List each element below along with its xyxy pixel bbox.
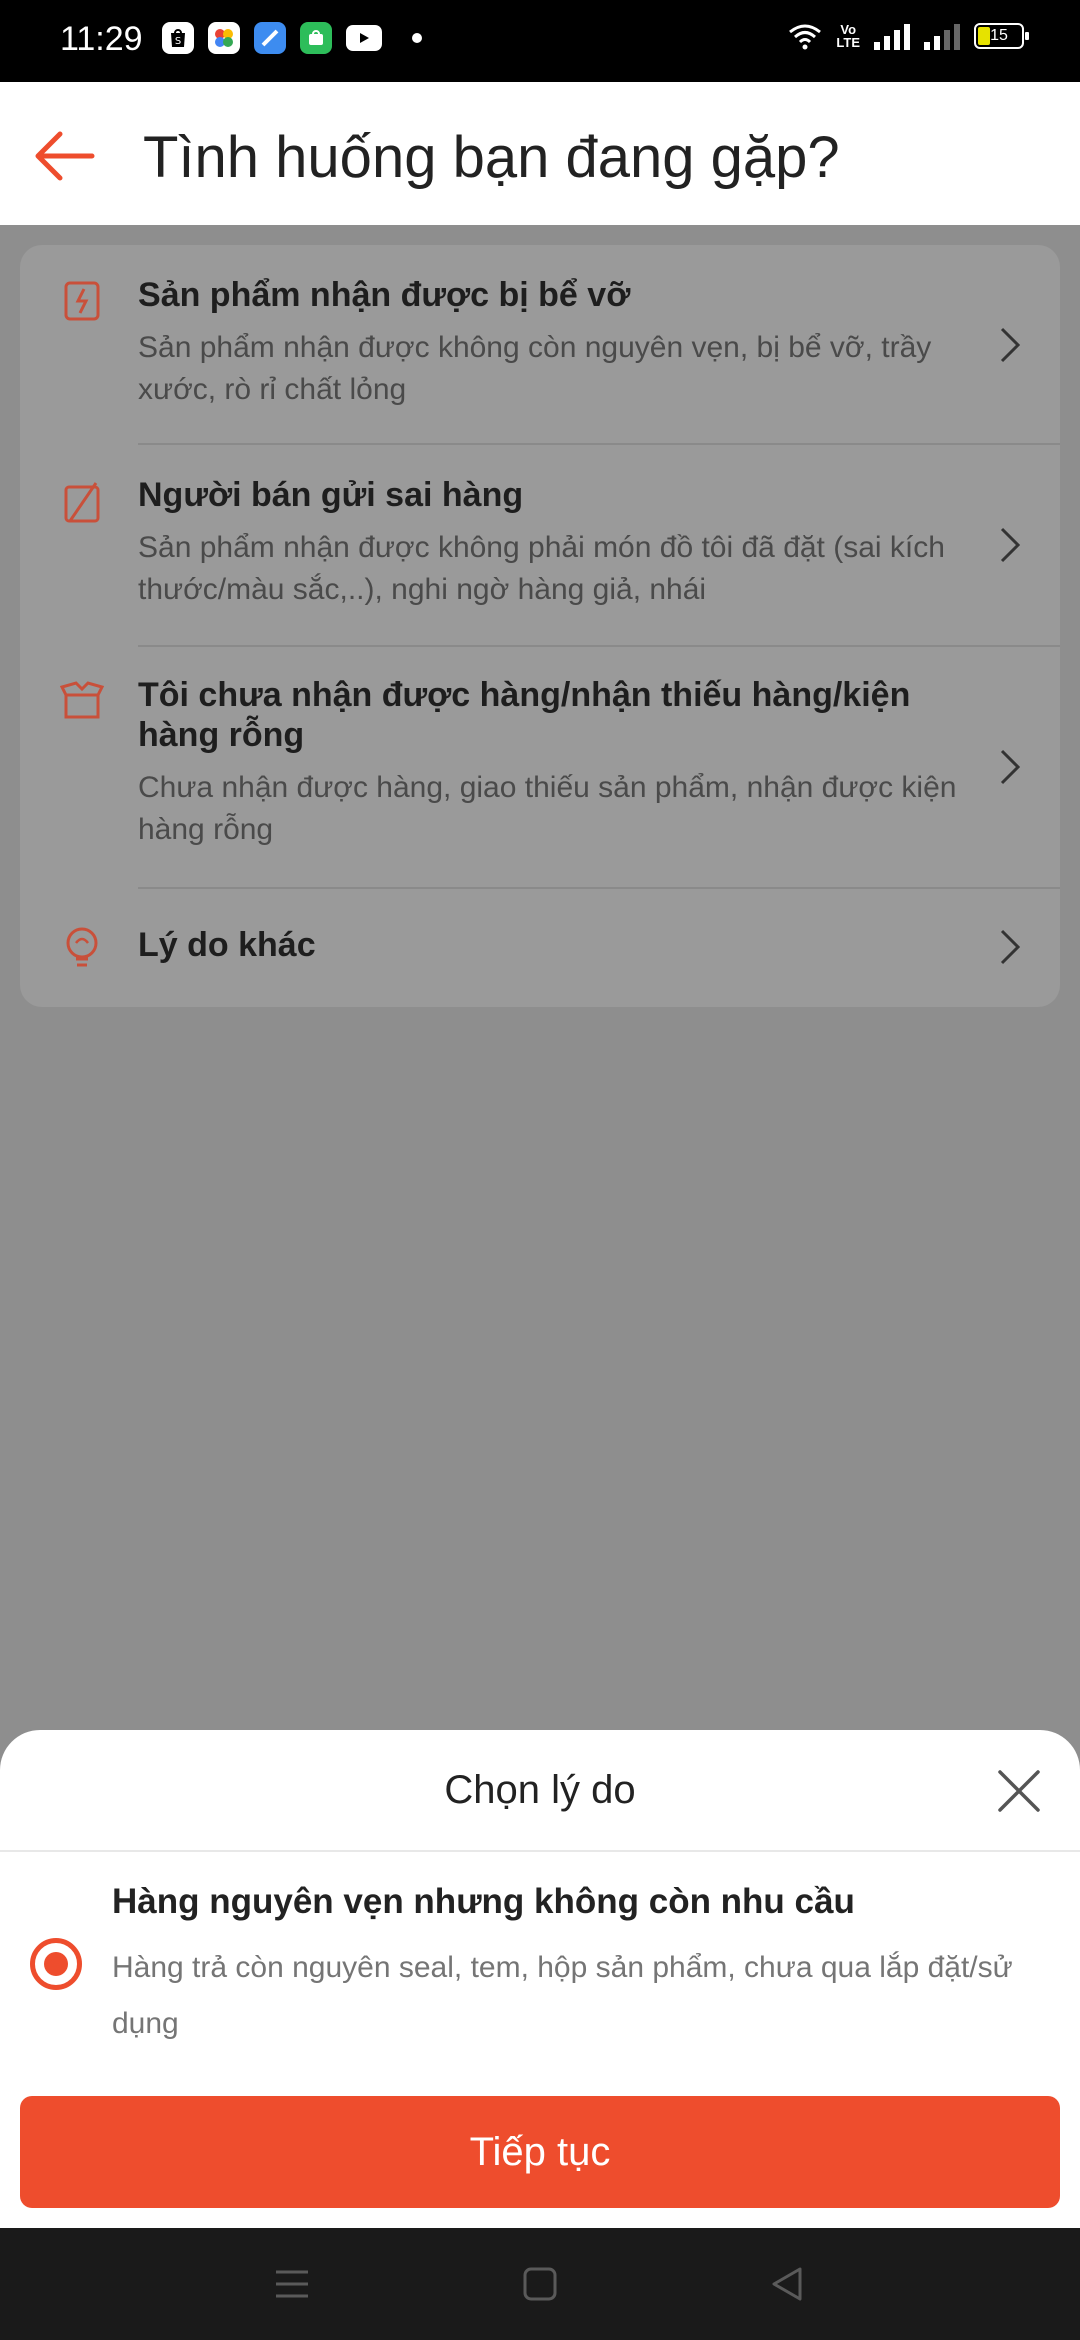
item-description: Sản phẩm nhận được không còn nguyên vẹn,… [138,331,932,406]
reason-radio-selected[interactable] [30,1938,82,1990]
signal-sim1-icon [874,22,910,50]
item-description: Chưa nhận được hàng, giao thiếu sản phẩm… [138,771,957,846]
volte-icon: Vo LTE [836,22,860,50]
battery-icon: 15 [974,23,1029,49]
item-title: Người bán gửi sai hàng [138,476,524,514]
list-item-not-received[interactable]: Tôi chưa nhận được hàng/nhận thiếu hàng/… [20,647,1060,889]
sheet-title: Chọn lý do [444,1768,636,1812]
menu-nav-icon[interactable] [272,2264,312,2304]
wrong-item-icon [64,482,100,523]
item-title: Tôi chưa nhận được hàng/nhận thiếu hàng/… [138,676,911,754]
reason-category-list: Sản phẩm nhận được bị bể vỡ Sản phẩm nhậ… [20,245,1060,1007]
more-notifications-icon [412,33,422,43]
chevron-right-icon [1000,749,1021,785]
open-box-icon [60,681,104,719]
svg-text:S: S [175,36,181,47]
option-title[interactable]: Hàng nguyên vẹn nhưng không còn nhu cầu [112,1882,855,1922]
list-item-other[interactable]: Lý do khác [20,889,1060,1007]
notification-icons: S [162,22,422,54]
chevron-right-icon [1000,929,1021,965]
chevron-right-icon [1000,327,1021,363]
back-arrow-icon[interactable] [30,126,100,186]
lightbulb-icon [66,927,98,967]
close-icon[interactable] [994,1766,1044,1816]
battery-level: 15 [990,27,1008,44]
option-description[interactable]: Hàng trả còn nguyên seal, tem, hộp sản p… [112,1940,1032,2052]
signal-sim2-icon [924,22,960,50]
chevron-right-icon [1000,527,1021,563]
system-nav-bar [0,2228,1080,2340]
wifi-icon [789,24,822,50]
back-nav-icon[interactable] [768,2264,808,2304]
browser-notification-icon [254,22,286,54]
page-title: Tình huống bạn đang gặp? [143,125,840,190]
dim-overlay[interactable]: Sản phẩm nhận được bị bể vỡ Sản phẩm nhậ… [0,225,1080,1730]
home-nav-icon[interactable] [520,2264,560,2304]
shopee-notification-icon: S [162,22,194,54]
photos-notification-icon [208,22,240,54]
continue-button[interactable]: Tiếp tục [20,2096,1060,2208]
status-bar: 11:29 S Vo LTE 15 [0,0,1080,82]
item-title: Sản phẩm nhận được bị bể vỡ [138,276,631,314]
reason-bottom-sheet: Chọn lý do Hàng nguyên vẹn nhưng không c… [0,1730,1080,2228]
broken-phone-icon [64,281,100,321]
divider [0,1850,1080,1852]
page-header: Tình huống bạn đang gặp? [0,82,1080,225]
item-description: Sản phẩm nhận được không phải món đồ tôi… [138,531,945,606]
shopping-notification-icon [300,22,332,54]
list-item-broken[interactable]: Sản phẩm nhận được bị bể vỡ Sản phẩm nhậ… [20,245,1060,445]
status-time: 11:29 [60,20,143,58]
system-status-icons: Vo LTE 15 [788,22,1029,50]
youtube-notification-icon [346,25,382,51]
list-item-wrong-item[interactable]: Người bán gửi sai hàng Sản phẩm nhận đượ… [20,445,1060,647]
item-title: Lý do khác [138,926,316,964]
